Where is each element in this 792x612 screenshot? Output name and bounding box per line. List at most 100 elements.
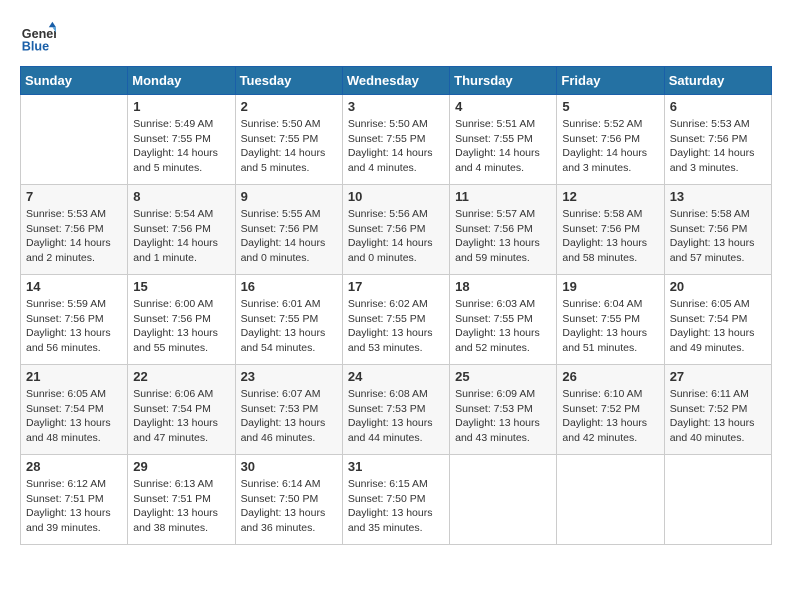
header-day-wednesday: Wednesday [342,67,449,95]
day-number: 20 [670,279,766,294]
calendar-cell [450,455,557,545]
day-info: Sunrise: 5:57 AMSunset: 7:56 PMDaylight:… [455,207,551,266]
day-number: 28 [26,459,122,474]
calendar-cell: 10 Sunrise: 5:56 AMSunset: 7:56 PMDayligh… [342,185,449,275]
calendar-cell: 23 Sunrise: 6:07 AMSunset: 7:53 PMDayligh… [235,365,342,455]
day-info: Sunrise: 5:59 AMSunset: 7:56 PMDaylight:… [26,297,122,356]
day-info: Sunrise: 6:07 AMSunset: 7:53 PMDaylight:… [241,387,337,446]
day-number: 31 [348,459,444,474]
calendar-cell: 18Sunrise: 6:03 AMSunset: 7:55 PMDayligh… [450,275,557,365]
week-row-4: 21 Sunrise: 6:05 AMSunset: 7:54 PMDayligh… [21,365,772,455]
day-info: Sunrise: 6:01 AMSunset: 7:55 PMDaylight:… [241,297,337,356]
calendar-cell: 28 Sunrise: 6:12 AMSunset: 7:51 PMDayligh… [21,455,128,545]
calendar-cell: 4Sunrise: 5:51 AMSunset: 7:55 PMDaylight… [450,95,557,185]
day-info: Sunrise: 5:53 AMSunset: 7:56 PMDaylight:… [670,117,766,176]
calendar-cell: 26 Sunrise: 6:10 AMSunset: 7:52 PMDayligh… [557,365,664,455]
calendar-cell: 6 Sunrise: 5:53 AMSunset: 7:56 PMDaylight… [664,95,771,185]
week-row-2: 7 Sunrise: 5:53 AMSunset: 7:56 PMDaylight… [21,185,772,275]
day-number: 16 [241,279,337,294]
day-number: 23 [241,369,337,384]
calendar-cell: 15Sunrise: 6:00 AMSunset: 7:56 PMDayligh… [128,275,235,365]
calendar-cell: 16 Sunrise: 6:01 AMSunset: 7:55 PMDayligh… [235,275,342,365]
day-number: 6 [670,99,766,114]
calendar-cell: 31 Sunrise: 6:15 AMSunset: 7:50 PMDayligh… [342,455,449,545]
calendar-cell: 17 Sunrise: 6:02 AMSunset: 7:55 PMDayligh… [342,275,449,365]
week-row-1: 1Sunrise: 5:49 AMSunset: 7:55 PMDaylight… [21,95,772,185]
calendar-cell: 9 Sunrise: 5:55 AMSunset: 7:56 PMDaylight… [235,185,342,275]
calendar-cell: 29 Sunrise: 6:13 AMSunset: 7:51 PMDayligh… [128,455,235,545]
day-number: 21 [26,369,122,384]
day-number: 7 [26,189,122,204]
day-number: 8 [133,189,229,204]
day-number: 3 [348,99,444,114]
header-day-friday: Friday [557,67,664,95]
day-info: Sunrise: 5:56 AMSunset: 7:56 PMDaylight:… [348,207,444,266]
day-info: Sunrise: 6:15 AMSunset: 7:50 PMDaylight:… [348,477,444,536]
day-info: Sunrise: 5:53 AMSunset: 7:56 PMDaylight:… [26,207,122,266]
calendar-cell: 1Sunrise: 5:49 AMSunset: 7:55 PMDaylight… [128,95,235,185]
day-info: Sunrise: 6:08 AMSunset: 7:53 PMDaylight:… [348,387,444,446]
calendar-cell: 11 Sunrise: 5:57 AMSunset: 7:56 PMDayligh… [450,185,557,275]
calendar-cell: 8 Sunrise: 5:54 AMSunset: 7:56 PMDaylight… [128,185,235,275]
day-number: 9 [241,189,337,204]
day-info: Sunrise: 6:06 AMSunset: 7:54 PMDaylight:… [133,387,229,446]
calendar-cell: 14 Sunrise: 5:59 AMSunset: 7:56 PMDayligh… [21,275,128,365]
day-info: Sunrise: 6:02 AMSunset: 7:55 PMDaylight:… [348,297,444,356]
calendar-cell: 30 Sunrise: 6:14 AMSunset: 7:50 PMDayligh… [235,455,342,545]
calendar-cell: 2 Sunrise: 5:50 AMSunset: 7:55 PMDaylight… [235,95,342,185]
day-number: 26 [562,369,658,384]
day-number: 4 [455,99,551,114]
day-info: Sunrise: 6:14 AMSunset: 7:50 PMDaylight:… [241,477,337,536]
calendar-cell: 22Sunrise: 6:06 AMSunset: 7:54 PMDayligh… [128,365,235,455]
day-number: 10 [348,189,444,204]
day-info: Sunrise: 5:58 AMSunset: 7:56 PMDaylight:… [670,207,766,266]
day-info: Sunrise: 6:12 AMSunset: 7:51 PMDaylight:… [26,477,122,536]
day-number: 30 [241,459,337,474]
calendar-cell: 5Sunrise: 5:52 AMSunset: 7:56 PMDaylight… [557,95,664,185]
day-info: Sunrise: 6:05 AMSunset: 7:54 PMDaylight:… [670,297,766,356]
calendar-body: 1Sunrise: 5:49 AMSunset: 7:55 PMDaylight… [21,95,772,545]
header-day-sunday: Sunday [21,67,128,95]
header-day-monday: Monday [128,67,235,95]
calendar-cell [557,455,664,545]
day-info: Sunrise: 6:09 AMSunset: 7:53 PMDaylight:… [455,387,551,446]
day-info: Sunrise: 6:13 AMSunset: 7:51 PMDaylight:… [133,477,229,536]
day-info: Sunrise: 5:58 AMSunset: 7:56 PMDaylight:… [562,207,658,266]
calendar-cell: 21 Sunrise: 6:05 AMSunset: 7:54 PMDayligh… [21,365,128,455]
header-day-tuesday: Tuesday [235,67,342,95]
header-day-saturday: Saturday [664,67,771,95]
calendar-cell: 12 Sunrise: 5:58 AMSunset: 7:56 PMDayligh… [557,185,664,275]
svg-text:Blue: Blue [22,40,49,54]
day-number: 17 [348,279,444,294]
calendar-table: SundayMondayTuesdayWednesdayThursdayFrid… [20,66,772,545]
day-info: Sunrise: 6:05 AMSunset: 7:54 PMDaylight:… [26,387,122,446]
day-number: 24 [348,369,444,384]
calendar-cell: 20 Sunrise: 6:05 AMSunset: 7:54 PMDayligh… [664,275,771,365]
day-number: 2 [241,99,337,114]
day-info: Sunrise: 5:52 AMSunset: 7:56 PMDaylight:… [562,117,658,176]
day-info: Sunrise: 5:54 AMSunset: 7:56 PMDaylight:… [133,207,229,266]
header-row: SundayMondayTuesdayWednesdayThursdayFrid… [21,67,772,95]
day-number: 19 [562,279,658,294]
calendar-cell: 24 Sunrise: 6:08 AMSunset: 7:53 PMDayligh… [342,365,449,455]
day-number: 25 [455,369,551,384]
logo: General Blue [20,20,60,56]
calendar-cell: 3 Sunrise: 5:50 AMSunset: 7:55 PMDaylight… [342,95,449,185]
day-info: Sunrise: 5:50 AMSunset: 7:55 PMDaylight:… [348,117,444,176]
day-info: Sunrise: 5:50 AMSunset: 7:55 PMDaylight:… [241,117,337,176]
calendar-cell: 13Sunrise: 5:58 AMSunset: 7:56 PMDayligh… [664,185,771,275]
week-row-3: 14 Sunrise: 5:59 AMSunset: 7:56 PMDayligh… [21,275,772,365]
week-row-5: 28 Sunrise: 6:12 AMSunset: 7:51 PMDayligh… [21,455,772,545]
day-number: 27 [670,369,766,384]
day-number: 14 [26,279,122,294]
day-info: Sunrise: 6:10 AMSunset: 7:52 PMDaylight:… [562,387,658,446]
day-number: 29 [133,459,229,474]
day-info: Sunrise: 6:03 AMSunset: 7:55 PMDaylight:… [455,297,551,356]
day-info: Sunrise: 5:55 AMSunset: 7:56 PMDaylight:… [241,207,337,266]
day-number: 15 [133,279,229,294]
day-info: Sunrise: 6:04 AMSunset: 7:55 PMDaylight:… [562,297,658,356]
day-number: 12 [562,189,658,204]
day-number: 11 [455,189,551,204]
calendar-cell: 25 Sunrise: 6:09 AMSunset: 7:53 PMDayligh… [450,365,557,455]
page-header: General Blue [20,20,772,56]
